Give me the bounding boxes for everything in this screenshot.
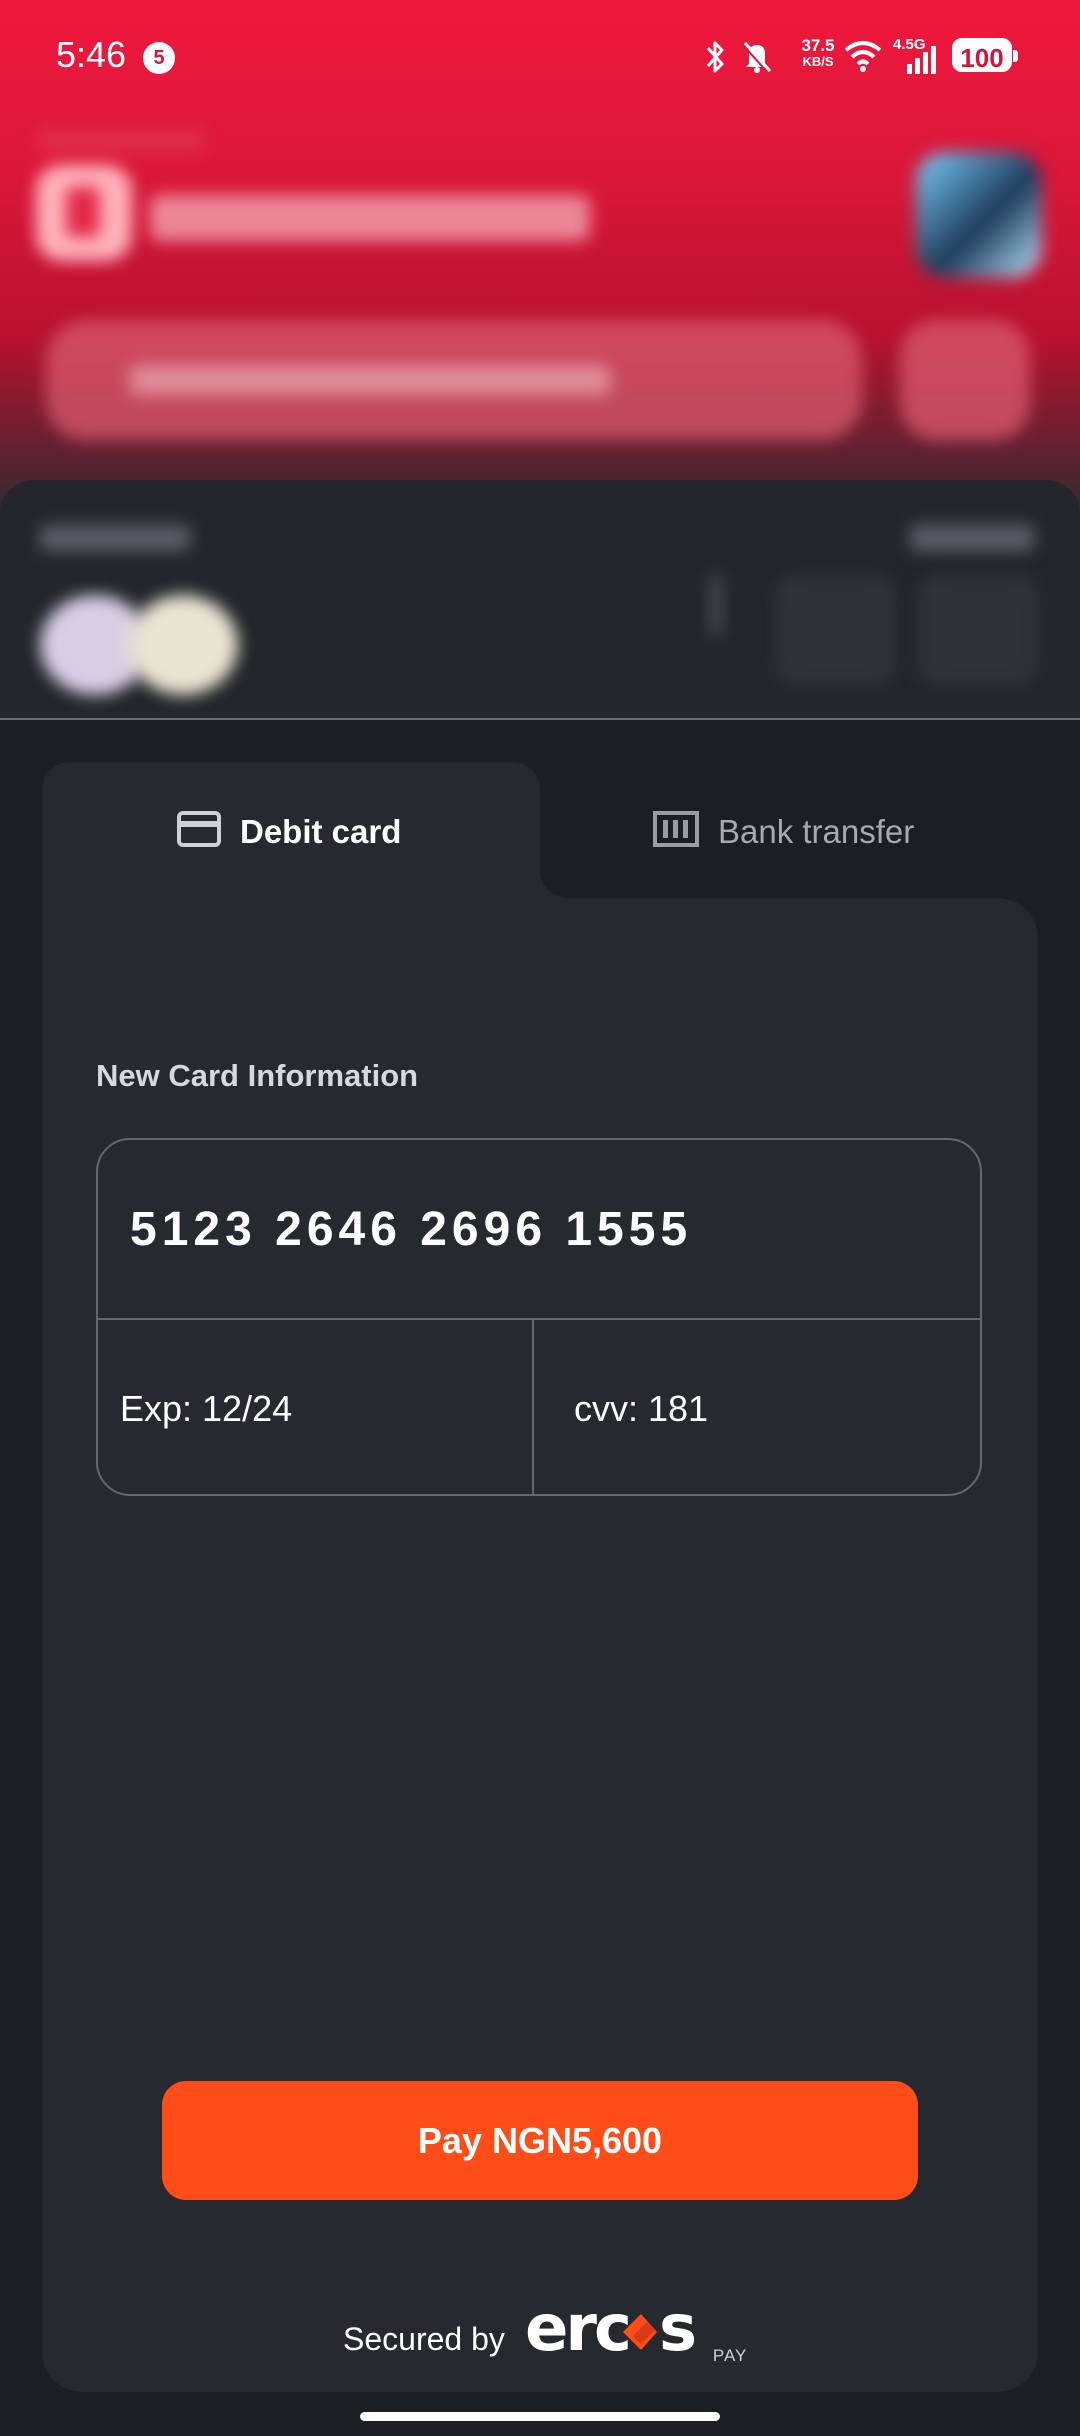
credit-card-icon xyxy=(176,810,222,853)
sheet-top-divider xyxy=(0,718,1080,720)
secured-by-text: Secured by xyxy=(343,2321,505,2357)
card-info-box: 5123 2646 2696 1555 Exp: 12/24 cvv: 181 xyxy=(96,1138,982,1496)
home-indicator[interactable] xyxy=(360,2412,720,2421)
ercas-pay-logo: erc s PAY xyxy=(525,2292,748,2368)
expiry-field[interactable]: Exp: 12/24 xyxy=(120,1388,292,1430)
cell-signal-icon xyxy=(905,44,939,78)
bank-icon xyxy=(652,810,700,853)
bluetooth-icon xyxy=(700,38,730,80)
blurred-shop-name xyxy=(150,195,590,241)
tab-debit-card-label: Debit card xyxy=(240,812,402,850)
blurred-section-link xyxy=(910,525,1034,551)
brand-wordmark: erc s xyxy=(525,2292,707,2368)
bell-muted-icon xyxy=(740,38,774,80)
network-speed: 37.5 KB/S xyxy=(801,36,835,69)
blurred-divider xyxy=(710,575,722,635)
battery-indicator: 100 xyxy=(952,38,1018,73)
brand-suffix: PAY xyxy=(712,2346,748,2365)
pay-button[interactable]: Pay NGN5,600 xyxy=(162,2081,918,2200)
card-number-field[interactable]: 5123 2646 2696 1555 xyxy=(130,1202,692,1257)
svg-text:s: s xyxy=(659,2300,695,2360)
notification-count-badge: 5 xyxy=(143,42,175,74)
blurred-shop-logo xyxy=(36,165,132,261)
tab-bank-transfer-label: Bank transfer xyxy=(718,812,915,850)
status-time: 5:46 xyxy=(56,34,127,75)
blurred-tile xyxy=(775,575,895,685)
blurred-search-text xyxy=(130,365,610,395)
tab-debit-card[interactable]: Debit card xyxy=(42,762,540,912)
status-bar: 5:46 5 37.5 KB/S 4.5G 100 xyxy=(0,0,1080,120)
blurred-avatar xyxy=(916,152,1042,278)
blurred-side-button xyxy=(900,320,1030,440)
blurred-label xyxy=(36,128,206,154)
blurred-tile xyxy=(918,575,1038,685)
tab-bank-transfer[interactable]: Bank transfer xyxy=(540,762,1038,898)
card-divider-horizontal xyxy=(98,1318,980,1320)
svg-text:erc: erc xyxy=(525,2300,629,2360)
cvv-field[interactable]: cvv: 181 xyxy=(574,1388,708,1430)
card-divider-vertical xyxy=(532,1318,534,1494)
card-section-title: New Card Information xyxy=(96,1058,419,1093)
wifi-icon xyxy=(843,38,883,78)
blurred-section-label xyxy=(40,525,190,551)
secured-by-footer: Secured by erc s PAY xyxy=(343,2292,748,2368)
blurred-thumbnail xyxy=(128,595,238,695)
